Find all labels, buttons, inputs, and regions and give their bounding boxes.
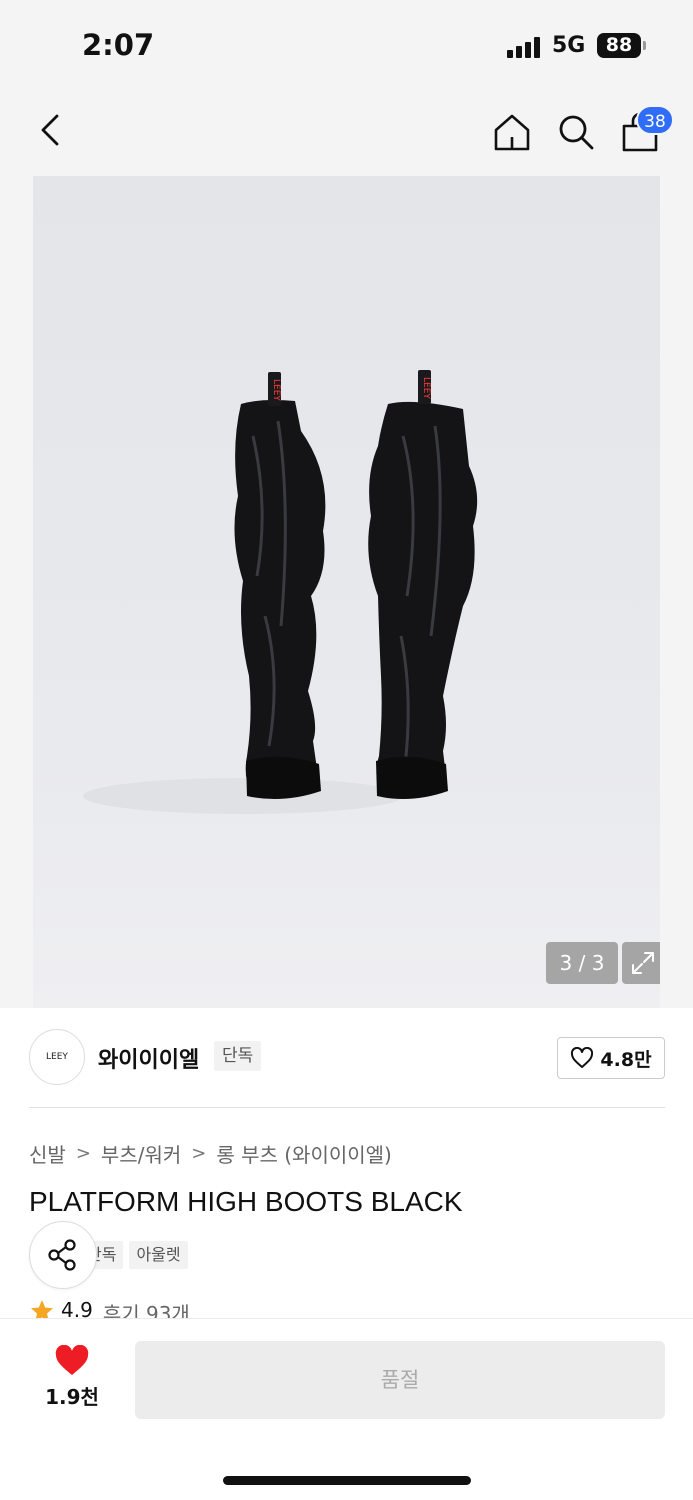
heart-outline-icon [571, 1047, 594, 1068]
divider [29, 1107, 665, 1108]
cart-count-badge: 38 [636, 105, 674, 135]
rating-row[interactable]: 4.9 후기 93개 [29, 1298, 190, 1320]
brand-name[interactable]: 와이이이엘 [98, 1042, 199, 1074]
brand-like-button[interactable]: 4.8만 [557, 1037, 665, 1079]
home-indicator [223, 1476, 471, 1485]
chevron-right-icon: > [75, 1143, 91, 1164]
wish-count: 1.9천 [45, 1385, 99, 1409]
share-button[interactable] [29, 1221, 97, 1289]
search-button[interactable] [552, 108, 600, 156]
review-count: 후기 93개 [102, 1302, 190, 1320]
signal-icon [507, 36, 543, 58]
breadcrumb: 신발 > 부츠/워커 > 롱 부츠 (와이이이엘) [29, 1139, 392, 1168]
share-icon [48, 1239, 76, 1271]
brand-like-count: 4.8만 [600, 1048, 652, 1071]
home-button[interactable] [488, 108, 536, 156]
exclusive-tag: 단독 [214, 1041, 262, 1071]
product-title: PLATFORM HIGH BOOTS BLACK [29, 1186, 463, 1217]
nav-bar [0, 90, 693, 176]
product-image[interactable]: LEEY LEEY 3 / 3 [33, 176, 660, 1008]
back-button[interactable] [28, 108, 72, 152]
product-gallery[interactable]: LEEY LEEY 3 / 3 [0, 176, 693, 1008]
battery-tip [643, 41, 646, 50]
brand-logo[interactable]: LEEY [29, 1029, 85, 1085]
boots-illustration: LEEY LEEY [83, 370, 478, 814]
status-time: 2:07 [82, 28, 155, 62]
sold-out-button[interactable]: 품절 [135, 1341, 665, 1419]
wishlist-button[interactable]: 1.9천 [30, 1345, 114, 1415]
rating-value: 4.9 [61, 1298, 93, 1320]
expand-image-button[interactable] [622, 942, 660, 984]
status-bar: 2:07 5G 88 [0, 0, 693, 90]
star-icon [31, 1300, 53, 1320]
brand-tab-right: LEEY [421, 377, 431, 399]
tag-outlet: 아울렛 [129, 1241, 188, 1269]
heart-icon [55, 1345, 89, 1375]
battery-icon: 88 [597, 33, 641, 58]
bottom-action-bar: 1.9천 품절 [0, 1318, 693, 1500]
brand-tab-left: LEEY [271, 379, 281, 401]
image-counter: 3 / 3 [546, 942, 618, 984]
chevron-right-icon: > [191, 1143, 207, 1164]
breadcrumb-item[interactable]: 부츠/워커 [101, 1139, 181, 1168]
home-icon [494, 114, 530, 151]
chevron-left-icon [41, 114, 59, 146]
expand-icon [632, 952, 654, 974]
network-type: 5G [552, 33, 586, 58]
breadcrumb-item[interactable]: 신발 [29, 1139, 66, 1168]
search-icon [559, 115, 594, 150]
breadcrumb-item[interactable]: 롱 부츠 (와이이이엘) [216, 1139, 392, 1168]
brand-row: LEEY 와이이이엘 단독 4.8만 [0, 1008, 693, 1108]
